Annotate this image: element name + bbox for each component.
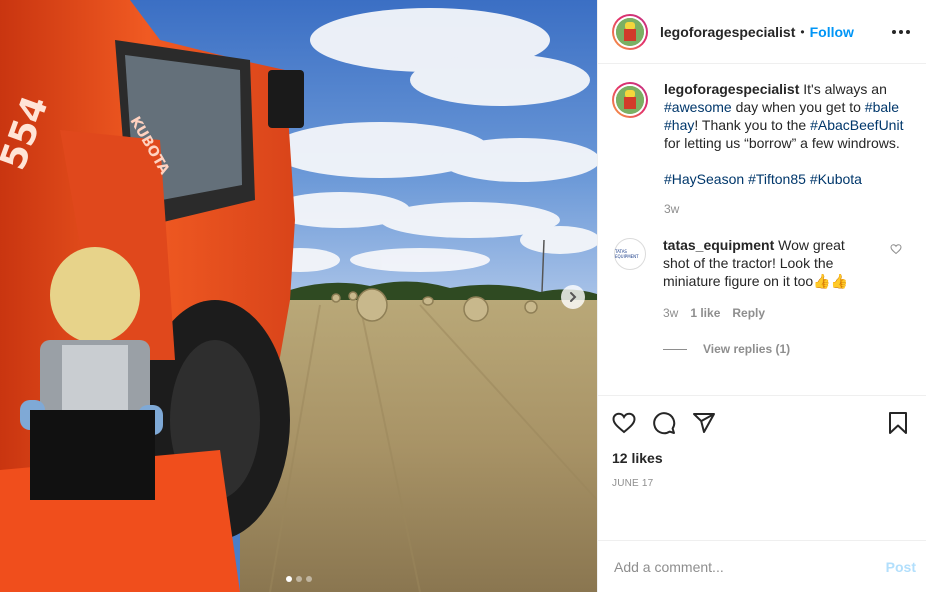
- carousel-dot: [295, 576, 302, 582]
- follow-button[interactable]: Follow: [810, 24, 854, 40]
- post-photo[interactable]: 554 KUBOTA: [0, 0, 597, 592]
- hashtag-link[interactable]: #Tifton85: [748, 171, 806, 187]
- share-icon[interactable]: [692, 411, 716, 435]
- action-icons: [612, 396, 910, 446]
- hashtag-link[interactable]: #AbacBeefUnit: [810, 117, 903, 133]
- post-header: legoforagespecialist • Follow: [598, 0, 926, 64]
- add-comment-bar: Post: [598, 540, 926, 592]
- bookmark-icon[interactable]: [886, 411, 910, 435]
- hashtag-link[interactable]: #bale: [865, 99, 899, 115]
- caption-text-segment: for letting us “borrow” a few windrows.: [664, 135, 900, 151]
- commenter-avatar[interactable]: TATAS EQUIPMENT: [614, 238, 646, 270]
- hashtag-link[interactable]: #Kubota: [810, 171, 862, 187]
- caption-username[interactable]: legoforagespecialist: [664, 81, 799, 97]
- post-caption: legoforagespecialist It's always an #awe…: [612, 80, 910, 218]
- caption-timestamp[interactable]: 3w: [664, 200, 904, 218]
- post-actions: 12 likes JUNE 17: [598, 395, 926, 540]
- caption-text: legoforagespecialist It's always an #awe…: [664, 80, 904, 152]
- more-options-icon[interactable]: [892, 24, 910, 40]
- post-details-panel: legoforagespecialist • Follow legoforage…: [597, 0, 926, 592]
- hashtag-link[interactable]: #hay: [664, 117, 694, 133]
- hashtag-link[interactable]: #HaySeason: [664, 171, 744, 187]
- reply-button[interactable]: Reply: [732, 304, 765, 322]
- comments-section: legoforagespecialist It's always an #awe…: [598, 64, 926, 395]
- comment-timestamp[interactable]: 3w: [663, 304, 678, 322]
- tractor-field-photo: 554 KUBOTA: [0, 0, 597, 592]
- author-avatar[interactable]: [612, 13, 648, 50]
- caption-text-segment: It's always an: [799, 81, 887, 97]
- hashtag-link[interactable]: #awesome: [664, 99, 732, 115]
- comment-meta: 3w 1 like Reply: [663, 304, 875, 322]
- heart-outline-icon[interactable]: [890, 243, 902, 255]
- caption-text-segment: ! Thank you to the: [694, 117, 811, 133]
- carousel-next-button[interactable]: [561, 285, 585, 309]
- chevron-right-icon: [570, 292, 577, 302]
- header-separator: •: [800, 24, 805, 39]
- comment-icon[interactable]: [652, 411, 676, 435]
- view-replies-label: View replies (1): [703, 342, 791, 356]
- instagram-post: 554 KUBOTA legoforagespecialist • Follow…: [0, 0, 926, 592]
- carousel-dots: [0, 576, 597, 582]
- avatar-image: [616, 17, 644, 46]
- commenter-username[interactable]: tatas_equipment: [663, 237, 774, 253]
- carousel-dot: [305, 576, 312, 582]
- comment-item: TATAS EQUIPMENT tatas_equipment Wow grea…: [612, 236, 910, 322]
- commenter-logo: TATAS EQUIPMENT: [615, 249, 639, 259]
- comment-likes[interactable]: 1 like: [690, 304, 720, 322]
- likes-count[interactable]: 12 likes: [612, 450, 910, 466]
- author-username[interactable]: legoforagespecialist: [660, 24, 795, 40]
- caption-hashtags: #HaySeason #Tifton85 #Kubota: [664, 170, 904, 188]
- post-date[interactable]: JUNE 17: [612, 478, 910, 489]
- avatar-image: [616, 86, 644, 114]
- replies-divider: [663, 348, 687, 350]
- comment-text: tatas_equipment Wow great shot of the tr…: [663, 236, 875, 290]
- caption-text-segment: day when you get to: [731, 99, 865, 115]
- post-comment-button[interactable]: Post: [886, 559, 916, 575]
- caption-avatar[interactable]: [612, 82, 648, 118]
- comment-input[interactable]: [614, 558, 886, 575]
- heart-icon[interactable]: [612, 411, 636, 435]
- view-replies-button[interactable]: View replies (1): [663, 342, 910, 356]
- carousel-dot: [285, 576, 292, 582]
